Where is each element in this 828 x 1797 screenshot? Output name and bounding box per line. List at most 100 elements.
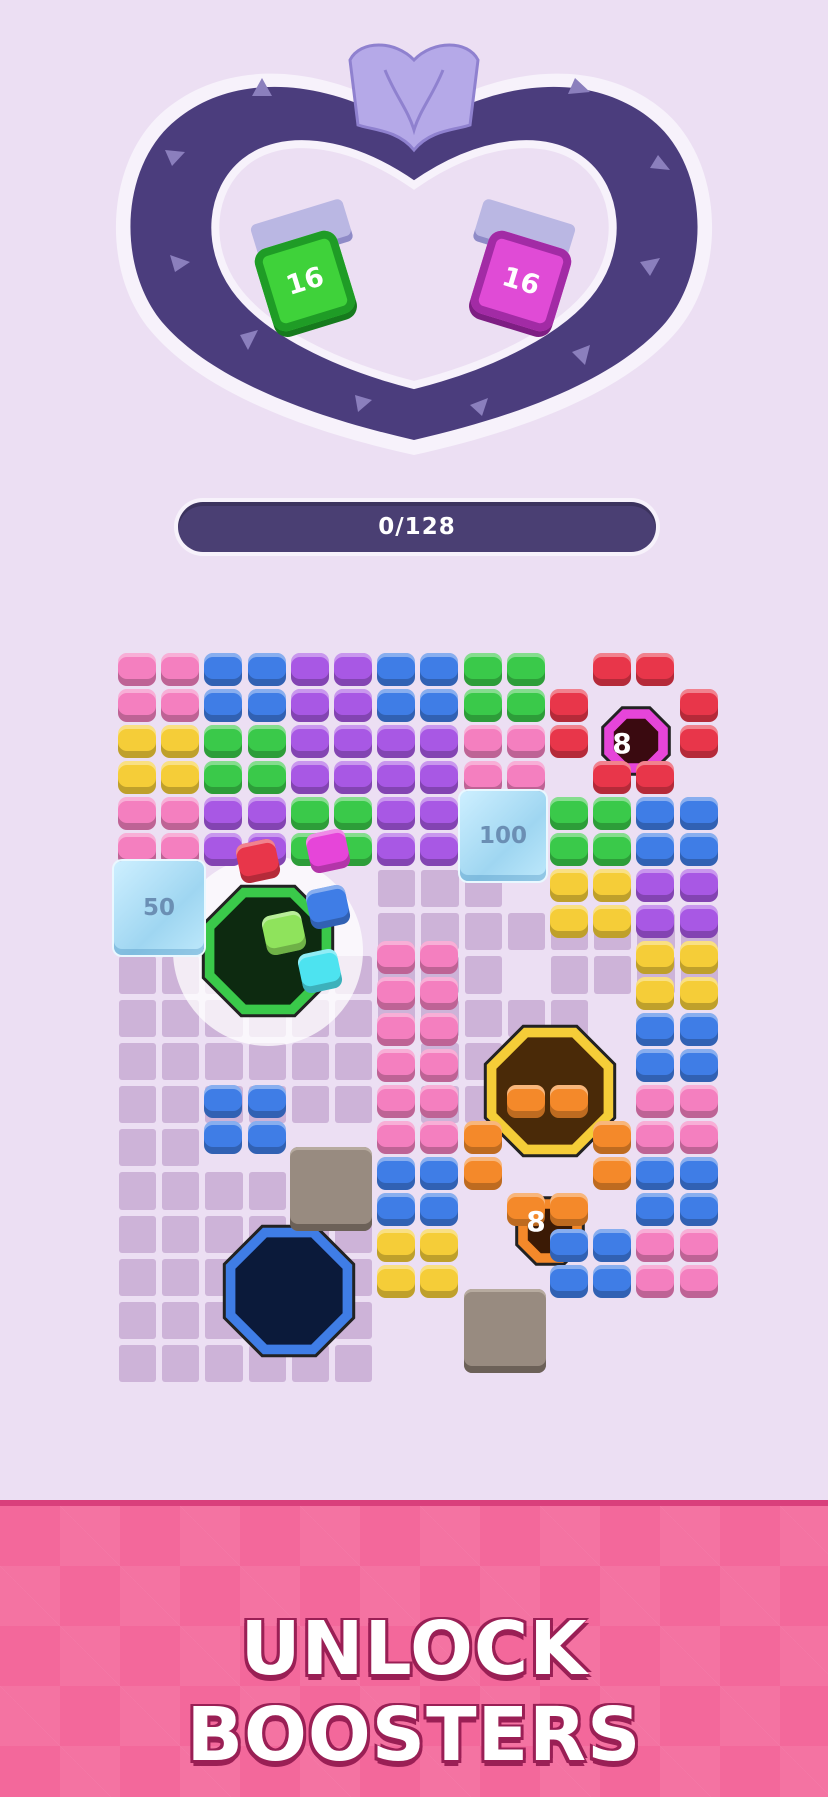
pink-block[interactable] — [506, 761, 545, 794]
blue-block[interactable] — [247, 689, 286, 722]
red-block[interactable] — [550, 725, 588, 758]
pink-block[interactable] — [420, 1121, 459, 1154]
purple-block[interactable] — [377, 833, 416, 866]
green-block[interactable] — [290, 797, 329, 830]
purple-block[interactable] — [420, 797, 459, 830]
blue-block[interactable] — [636, 797, 675, 830]
purple-block[interactable] — [247, 797, 286, 830]
pink-block[interactable] — [636, 1229, 675, 1262]
pink-block[interactable] — [377, 977, 416, 1010]
pink-block[interactable] — [420, 977, 459, 1010]
blue-block[interactable] — [377, 1157, 416, 1190]
blue-block[interactable] — [247, 653, 286, 686]
yellow-block[interactable] — [377, 1229, 416, 1262]
purple-block[interactable] — [679, 905, 718, 938]
blue-block[interactable] — [204, 689, 243, 722]
game-board[interactable]: 50 100 8 8 — [114, 651, 720, 1383]
purple-block[interactable] — [636, 905, 675, 938]
yellow-block[interactable] — [679, 941, 718, 974]
pink-block[interactable] — [636, 1121, 675, 1154]
blue-block[interactable] — [636, 1013, 675, 1046]
green-block[interactable] — [463, 689, 502, 722]
pink-block[interactable] — [161, 653, 200, 686]
ice-block-50[interactable]: 50 — [114, 861, 204, 955]
blue-block[interactable] — [420, 1193, 459, 1226]
purple-block[interactable] — [334, 653, 372, 686]
purple-block[interactable] — [290, 653, 329, 686]
green-block[interactable] — [463, 653, 502, 686]
blue-block[interactable] — [636, 1193, 675, 1226]
yellow-block[interactable] — [118, 761, 156, 794]
green-block[interactable] — [204, 761, 243, 794]
green-block[interactable] — [506, 689, 545, 722]
blue-block[interactable] — [377, 653, 416, 686]
blue-block[interactable] — [247, 1121, 286, 1154]
purple-block[interactable] — [636, 869, 675, 902]
purple-block[interactable] — [377, 797, 416, 830]
pink-block[interactable] — [420, 1013, 459, 1046]
pink-block[interactable] — [377, 1013, 416, 1046]
blue-block[interactable] — [247, 1085, 286, 1118]
yellow-block[interactable] — [420, 1265, 459, 1298]
purple-block[interactable] — [377, 725, 416, 758]
blue-block[interactable] — [593, 1265, 632, 1298]
red-block[interactable] — [593, 653, 632, 686]
pink-block[interactable] — [679, 1121, 718, 1154]
blue-block[interactable] — [377, 689, 416, 722]
red-block[interactable] — [679, 689, 718, 722]
pink-block[interactable] — [463, 761, 502, 794]
purple-block[interactable] — [420, 833, 459, 866]
blue-block[interactable] — [636, 1157, 675, 1190]
red-block[interactable] — [679, 725, 718, 758]
blue-block[interactable] — [679, 1013, 718, 1046]
green-block[interactable] — [506, 653, 545, 686]
blue-block[interactable] — [420, 689, 459, 722]
purple-block[interactable] — [420, 761, 459, 794]
yellow-block[interactable] — [550, 905, 588, 938]
yellow-block[interactable] — [593, 905, 632, 938]
pink-block[interactable] — [463, 725, 502, 758]
orange-block[interactable] — [463, 1157, 502, 1190]
yellow-block[interactable] — [593, 869, 632, 902]
yellow-block[interactable] — [161, 725, 200, 758]
pink-block[interactable] — [377, 1049, 416, 1082]
purple-block[interactable] — [420, 725, 459, 758]
purple-block[interactable] — [334, 761, 372, 794]
blue-hole[interactable] — [222, 1224, 356, 1358]
blue-block[interactable] — [204, 1085, 243, 1118]
green-block[interactable] — [334, 797, 372, 830]
pink-block[interactable] — [506, 725, 545, 758]
yellow-block[interactable] — [679, 977, 718, 1010]
blue-block[interactable] — [679, 797, 718, 830]
pink-block[interactable] — [679, 1229, 718, 1262]
pink-block[interactable] — [636, 1085, 675, 1118]
pink-block[interactable] — [679, 1265, 718, 1298]
blue-block[interactable] — [679, 1157, 718, 1190]
pink-block[interactable] — [377, 1121, 416, 1154]
blue-block[interactable] — [679, 1193, 718, 1226]
yellow-block[interactable] — [161, 761, 200, 794]
orange-block[interactable] — [550, 1085, 588, 1118]
yellow-block[interactable] — [636, 977, 675, 1010]
yellow-block[interactable] — [550, 869, 588, 902]
blue-block[interactable] — [550, 1265, 588, 1298]
red-block[interactable] — [636, 653, 675, 686]
green-block[interactable] — [247, 725, 286, 758]
blue-block[interactable] — [204, 1121, 243, 1154]
pink-block[interactable] — [118, 653, 156, 686]
orange-block[interactable] — [506, 1085, 545, 1118]
pink-block[interactable] — [420, 941, 459, 974]
blue-block[interactable] — [420, 1157, 459, 1190]
green-block[interactable] — [593, 833, 632, 866]
blue-block[interactable] — [593, 1229, 632, 1262]
purple-block[interactable] — [679, 869, 718, 902]
green-block[interactable] — [204, 725, 243, 758]
orange-block[interactable] — [593, 1121, 632, 1154]
pink-block[interactable] — [420, 1049, 459, 1082]
blue-block[interactable] — [679, 833, 718, 866]
green-block[interactable] — [550, 833, 588, 866]
orange-block[interactable] — [463, 1121, 502, 1154]
blue-block[interactable] — [636, 1049, 675, 1082]
purple-block[interactable] — [377, 761, 416, 794]
red-block[interactable] — [550, 689, 588, 722]
